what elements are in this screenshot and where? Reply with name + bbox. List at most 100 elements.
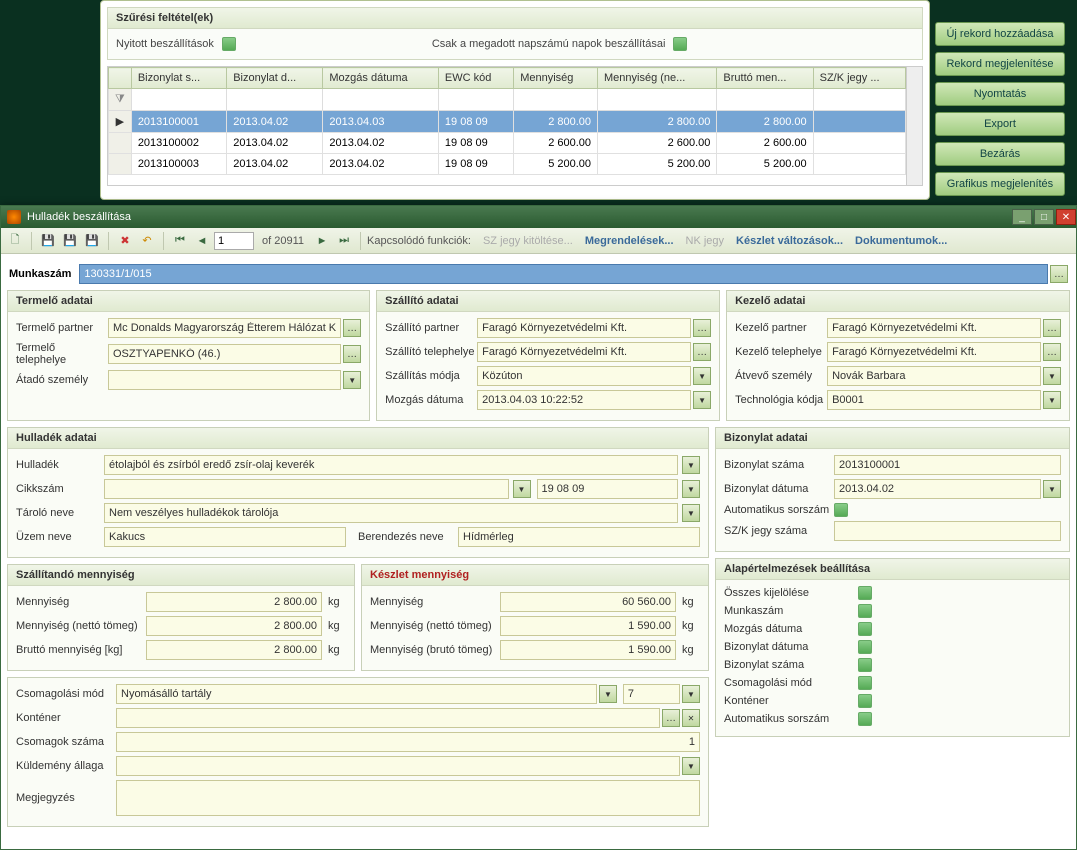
grid-header[interactable]: Bizonylat s...	[131, 68, 226, 89]
page-input[interactable]	[214, 232, 254, 250]
szallito-modja-drop[interactable]	[693, 367, 711, 385]
table-row[interactable]: ▶20131000012013.04.022013.04.0319 08 092…	[109, 111, 906, 133]
grid-header[interactable]: Mozgás dátuma	[323, 68, 439, 89]
link-keszlet[interactable]: Készlet változások...	[736, 235, 843, 247]
bizonylat-szk[interactable]	[834, 521, 1061, 541]
prev-page-icon[interactable]: ◄	[192, 231, 212, 251]
new-icon[interactable]: 🗋	[5, 231, 25, 251]
termelo-partner-combo[interactable]: Mc Donalds Magyarország Étterem Hálózat …	[108, 318, 341, 338]
ewc-drop[interactable]	[682, 480, 700, 498]
szall-netto[interactable]	[146, 616, 322, 636]
uzem-input[interactable]	[104, 527, 346, 547]
table-row[interactable]: 20131000022013.04.022013.04.0219 08 092 …	[109, 133, 906, 154]
default-item-check[interactable]	[858, 694, 872, 708]
grid-filter-cell[interactable]	[438, 89, 513, 111]
default-item-check[interactable]	[858, 640, 872, 654]
hulladek-combo[interactable]: étolajból és zsírból eredő zsír-olaj kev…	[104, 455, 678, 475]
szall-brutto[interactable]	[146, 640, 322, 660]
grid-header[interactable]: Mennyiség	[514, 68, 598, 89]
save-copy-icon[interactable]: 💾	[82, 231, 102, 251]
filter-funnel-icon[interactable]: ⧩	[109, 89, 132, 111]
link-nkjegy[interactable]: NK jegy	[686, 235, 725, 247]
keszlet-netto[interactable]	[500, 616, 676, 636]
default-item-check[interactable]	[858, 712, 872, 726]
grid-filter-cell[interactable]	[131, 89, 226, 111]
szallito-mozgas-drop[interactable]	[693, 391, 711, 409]
show-record-button[interactable]: Rekord megjelenítése	[935, 52, 1065, 76]
grid-header[interactable]: Bizonylat d...	[227, 68, 323, 89]
kuldemeny-drop[interactable]	[682, 757, 700, 775]
default-item-check[interactable]	[858, 676, 872, 690]
delete-icon[interactable]: ✖	[115, 231, 135, 251]
kontener-clear[interactable]	[682, 709, 700, 727]
tarolo-drop[interactable]	[682, 504, 700, 522]
kezelo-partner-combo[interactable]: Faragó Környezetvédelmi Kft.	[827, 318, 1041, 338]
kuldemeny-combo[interactable]	[116, 756, 680, 776]
link-dokumentumok[interactable]: Dokumentumok...	[855, 235, 947, 247]
grid-filter-cell[interactable]	[598, 89, 717, 111]
first-page-icon[interactable]: ⏮	[170, 231, 190, 251]
keszlet-brutto[interactable]	[500, 640, 676, 660]
grid-filter-cell[interactable]	[717, 89, 813, 111]
grid-header[interactable]: Mennyiség (ne...	[598, 68, 717, 89]
default-item-check[interactable]	[858, 604, 872, 618]
bizonylat-auto-check[interactable]	[834, 503, 848, 517]
keszlet-mennyiseg[interactable]	[500, 592, 676, 612]
records-grid[interactable]: Bizonylat s...Bizonylat d...Mozgás dátum…	[108, 67, 906, 175]
termelo-telephely-combo[interactable]: OSZTYAPENKÓ (46.)	[108, 344, 341, 364]
link-megrendelesek[interactable]: Megrendelések...	[585, 235, 674, 247]
termelo-telephely-lookup[interactable]	[343, 345, 361, 363]
export-button[interactable]: Export	[935, 112, 1065, 136]
kontener-lookup[interactable]	[662, 709, 680, 727]
save-icon[interactable]: 💾	[38, 231, 58, 251]
undo-icon[interactable]: ↶	[137, 231, 157, 251]
kezelo-telephely-combo[interactable]: Faragó Környezetvédelmi Kft.	[827, 342, 1041, 362]
csom-count-drop[interactable]	[682, 685, 700, 703]
termelo-partner-lookup[interactable]	[343, 319, 361, 337]
bizonylat-datuma[interactable]	[834, 479, 1041, 499]
csom-mod-drop[interactable]	[599, 685, 617, 703]
close-button[interactable]: Bezárás	[935, 142, 1065, 166]
hulladek-drop[interactable]	[682, 456, 700, 474]
tarolo-combo[interactable]: Nem veszélyes hulladékok tárolója	[104, 503, 678, 523]
new-record-button[interactable]: Új rekord hozzáadása	[935, 22, 1065, 46]
szallito-telephely-lookup[interactable]	[693, 343, 711, 361]
termelo-atado-combo[interactable]	[108, 370, 341, 390]
window-min-button[interactable]: _	[1012, 209, 1032, 225]
window-max-button[interactable]: □	[1034, 209, 1054, 225]
kezelo-atvevo-combo[interactable]: Novák Barbara	[827, 366, 1041, 386]
kezelo-atvevo-drop[interactable]	[1043, 367, 1061, 385]
grid-filter-cell[interactable]	[227, 89, 323, 111]
bizonylat-datuma-drop[interactable]	[1043, 480, 1061, 498]
grid-filter-cell[interactable]	[813, 89, 905, 111]
szallito-partner-lookup[interactable]	[693, 319, 711, 337]
termelo-atado-drop[interactable]	[343, 371, 361, 389]
cikkszam-drop[interactable]	[513, 480, 531, 498]
default-item-check[interactable]	[858, 658, 872, 672]
szallito-telephely-combo[interactable]: Faragó Környezetvédelmi Kft.	[477, 342, 691, 362]
filter-open-check[interactable]	[222, 37, 236, 51]
link-szjegy[interactable]: SZ jegy kitöltése...	[483, 235, 573, 247]
szallito-partner-combo[interactable]: Faragó Környezetvédelmi Kft.	[477, 318, 691, 338]
szall-mennyiseg[interactable]	[146, 592, 322, 612]
bizonylat-szama[interactable]	[834, 455, 1061, 475]
csomagok-input[interactable]	[116, 732, 700, 752]
graph-button[interactable]: Grafikus megjelenítés	[935, 172, 1065, 196]
ewc-combo[interactable]: 19 08 09	[537, 479, 679, 499]
kezelo-tech-combo[interactable]: B0001	[827, 390, 1041, 410]
munkaszam-input[interactable]	[79, 264, 1048, 284]
grid-filter-cell[interactable]	[514, 89, 598, 111]
last-page-icon[interactable]: ⏭	[334, 231, 354, 251]
save-all-icon[interactable]: 💾	[60, 231, 80, 251]
cikkszam-combo[interactable]	[104, 479, 509, 499]
kezelo-tech-drop[interactable]	[1043, 391, 1061, 409]
grid-scrollbar[interactable]	[906, 67, 922, 185]
default-item-check[interactable]	[858, 622, 872, 636]
megjegyzes-input[interactable]	[116, 780, 700, 816]
kezelo-partner-lookup[interactable]	[1043, 319, 1061, 337]
grid-header[interactable]: Bruttó men...	[717, 68, 813, 89]
default-item-check[interactable]	[858, 586, 872, 600]
csom-mod-combo[interactable]: Nyomásálló tartály	[116, 684, 597, 704]
grid-header[interactable]: EWC kód	[438, 68, 513, 89]
csom-count-combo[interactable]: 7	[623, 684, 680, 704]
